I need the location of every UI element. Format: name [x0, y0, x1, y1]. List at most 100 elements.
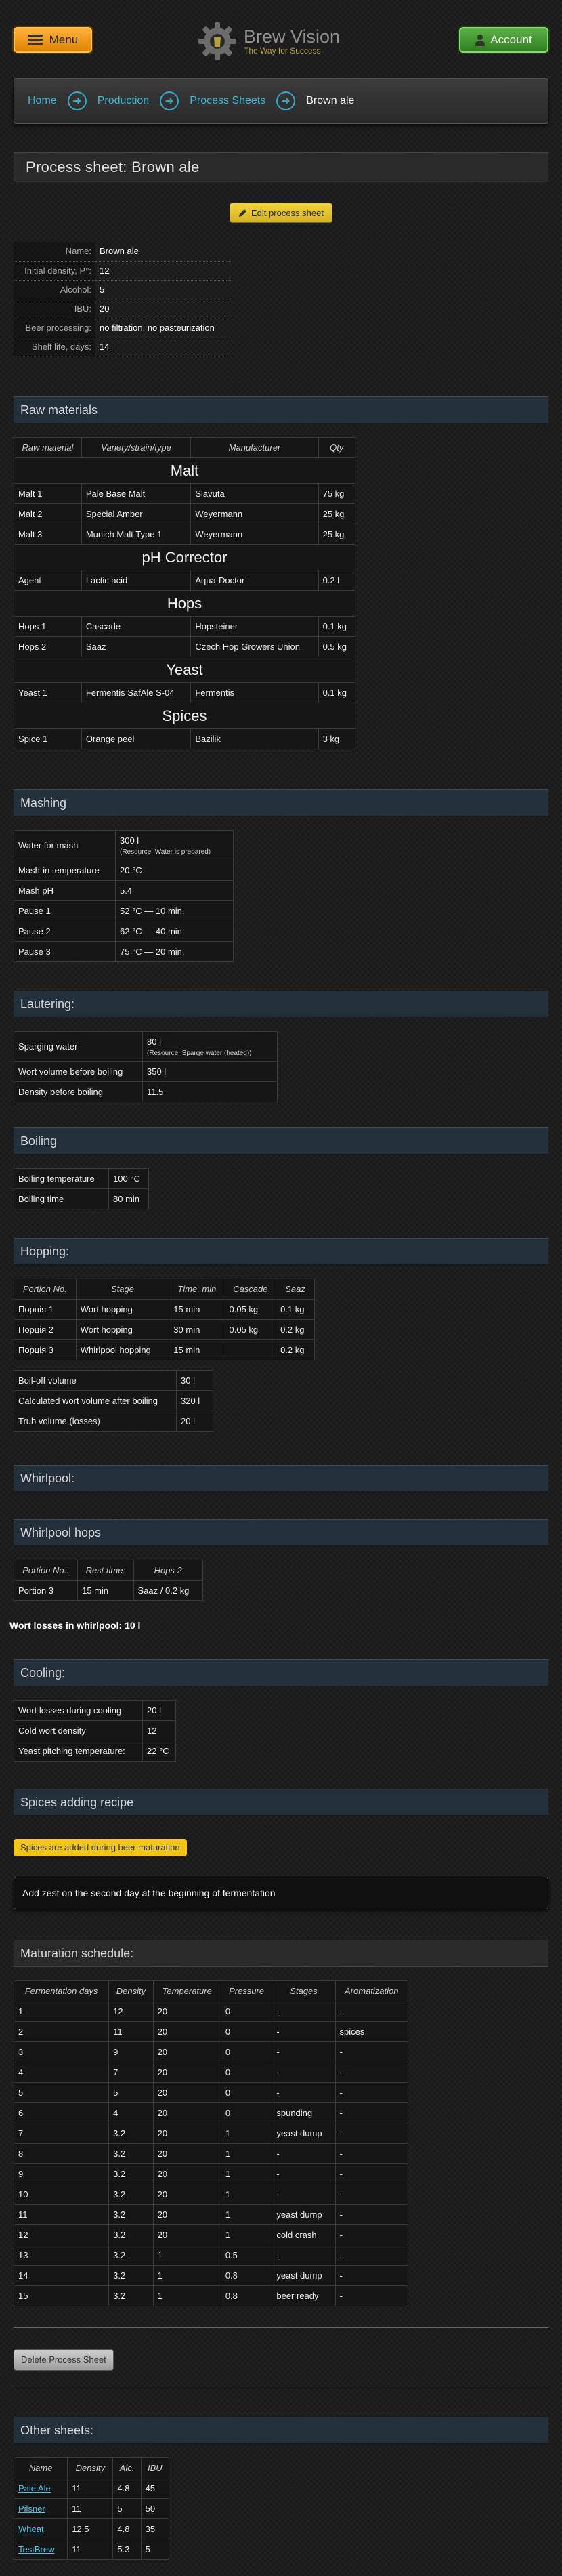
table-cell: - — [334, 2224, 409, 2245]
table-cell: - — [334, 2143, 409, 2164]
table-cell: 3.2 — [108, 2245, 154, 2266]
table-cell: 20 — [152, 2082, 221, 2103]
table-cell: 20 — [152, 2204, 221, 2225]
edit-process-sheet-button[interactable]: Edit process sheet — [230, 203, 332, 223]
row-label: Trub volume (losses) — [14, 1411, 177, 1432]
table-row: Pause 2 62 °C — 40 min. — [14, 921, 234, 942]
info-key: Beer processing: — [14, 318, 95, 337]
row-label: Boiling temperature — [14, 1168, 109, 1189]
table-row: Pause 3 75 °C — 20 min. — [14, 941, 234, 962]
breadcrumb-process-sheets[interactable]: Process Sheets — [190, 95, 265, 107]
value-text: 320 l — [181, 1396, 200, 1406]
header-row: Portion No.: Rest time: Hops 2 — [13, 1560, 204, 1581]
table-cell: 20 — [152, 2102, 221, 2123]
table-cell: 20 — [152, 2184, 221, 2205]
table-cell: - — [334, 2245, 409, 2266]
breadcrumb-production[interactable]: Production — [98, 95, 150, 107]
table-cell: 5 — [13, 2082, 110, 2103]
value-text: 20 l — [147, 1705, 161, 1716]
sheet-link[interactable]: TestBrew — [18, 2544, 54, 2554]
table-cell: Hopsteiner — [190, 616, 319, 637]
table-cell: Fermentis — [190, 682, 319, 703]
gear-logo-icon — [198, 22, 236, 60]
table-cell: 5 — [112, 2498, 142, 2519]
table-row[interactable]: Pilsner 11 5 50 — [13, 2498, 170, 2519]
delete-process-sheet-button[interactable]: Delete Process Sheet — [14, 2349, 114, 2371]
other-sheets-table: Name Density Alc. IBU Pale Ale 11 4.8 45 Pilsne… — [13, 2457, 170, 2560]
table-cell — [224, 1339, 277, 1360]
table-cell: 0.05 kg — [224, 1299, 277, 1320]
arrow-right-icon: ➜ — [160, 91, 179, 110]
table-row: Hops 1 Cascade Hopsteiner 0.1 kg — [14, 616, 356, 637]
table-cell: 3 — [13, 2041, 110, 2062]
table-cell: Cascade — [81, 616, 192, 637]
value-note: (Resource: Sparge water (heated)) — [147, 1049, 252, 1057]
column-header: Portion No.: — [13, 1560, 79, 1581]
table-cell: 3.2 — [108, 2285, 154, 2306]
table-cell: - — [334, 2265, 409, 2286]
spices-note: Add zest on the second day at the beginn… — [14, 1877, 548, 1909]
table-row[interactable]: TestBrew 11 5.3 5 — [13, 2539, 170, 2560]
table-cell: - — [272, 2143, 336, 2164]
table-cell: 15 min — [169, 1339, 225, 1360]
table-cell: 1 — [220, 2143, 273, 2164]
breadcrumb-home[interactable]: Home — [28, 95, 57, 107]
table-row[interactable]: Pale Ale 11 4.8 45 — [13, 2478, 170, 2499]
table-cell: 15 — [13, 2285, 110, 2306]
row-label: Pause 1 — [14, 900, 116, 921]
table-cell: - — [272, 2021, 336, 2042]
spices-badge: Spices are added during beer maturation — [14, 1839, 187, 1856]
pencil-icon — [239, 209, 247, 217]
page-title: Process sheet: Brown ale — [14, 152, 548, 182]
table-cell: 7 — [108, 2062, 154, 2083]
logo-title: Brew Vision — [244, 26, 341, 47]
sheet-link[interactable]: Pale Ale — [18, 2483, 51, 2493]
column-header: Hops 2 — [133, 1560, 204, 1581]
value-text: 62 °C — 40 min. — [120, 926, 185, 936]
mashing-table: Water for mash 300 l (Resource: Water is p… — [14, 830, 234, 962]
table-cell: 1 — [220, 2204, 273, 2225]
table-cell: 2 — [13, 2021, 110, 2042]
column-header: Temperature — [152, 1980, 221, 2001]
table-row: Pause 1 52 °C — 10 min. — [14, 900, 234, 921]
info-key: Initial density, P°: — [14, 261, 95, 281]
row-label: Mash pH — [14, 880, 116, 901]
sheet-link[interactable]: Pilsner — [18, 2504, 45, 2514]
edit-button-label: Edit process sheet — [251, 207, 324, 218]
column-header: Density — [67, 2457, 114, 2478]
header-row: Fermentation days Density Temperature Press… — [13, 1980, 409, 2001]
table-cell: 1 — [13, 2001, 110, 2022]
row-label: Mash-in temperature — [14, 860, 116, 881]
menu-button[interactable]: Menu — [14, 27, 92, 53]
other-sheets-heading: Other sheets: — [14, 2417, 548, 2444]
account-button[interactable]: Account — [459, 27, 548, 53]
row-value: 20 °C — [115, 860, 234, 881]
logo[interactable]: Brew Vision The Way for Success — [196, 18, 340, 65]
info-row: IBU: 20 — [14, 299, 231, 318]
table-cell: spunding — [272, 2102, 336, 2123]
table-row[interactable]: Wheat 12.5 4.8 35 — [13, 2518, 170, 2539]
table-cell: Pilsner — [13, 2498, 68, 2519]
info-row: Alcohol: 5 — [14, 280, 231, 299]
table-cell: 3 kg — [318, 728, 356, 749]
table-cell: 11 — [13, 2204, 110, 2225]
table-cell: 4.8 — [112, 2478, 142, 2499]
table-cell: - — [334, 2041, 409, 2062]
table-cell: Agent — [14, 570, 82, 591]
table-cell: Malt 2 — [14, 503, 82, 524]
table-row: 2 11 20 0- spices — [13, 2021, 409, 2042]
info-value: no filtration, no pasteurization — [95, 318, 231, 337]
group-title: Spices — [14, 703, 355, 729]
table-cell: 5 — [108, 2082, 154, 2103]
table-cell: Slavuta — [190, 483, 319, 504]
cooling-table: Wort losses during cooling 20 l Cold wort … — [14, 1700, 176, 1762]
table-cell: 35 — [140, 2518, 170, 2539]
table-cell: 1 — [152, 2285, 221, 2306]
table-cell: Special Amber — [81, 503, 192, 524]
table-cell: 8 — [13, 2143, 110, 2164]
table-cell: Saaz — [81, 636, 192, 657]
table-cell: 0.2 l — [318, 570, 356, 591]
sheet-link[interactable]: Wheat — [18, 2524, 44, 2534]
table-row: Calculated wort volume after boiling 320 … — [14, 1390, 213, 1411]
table-cell: 10 — [13, 2184, 110, 2205]
